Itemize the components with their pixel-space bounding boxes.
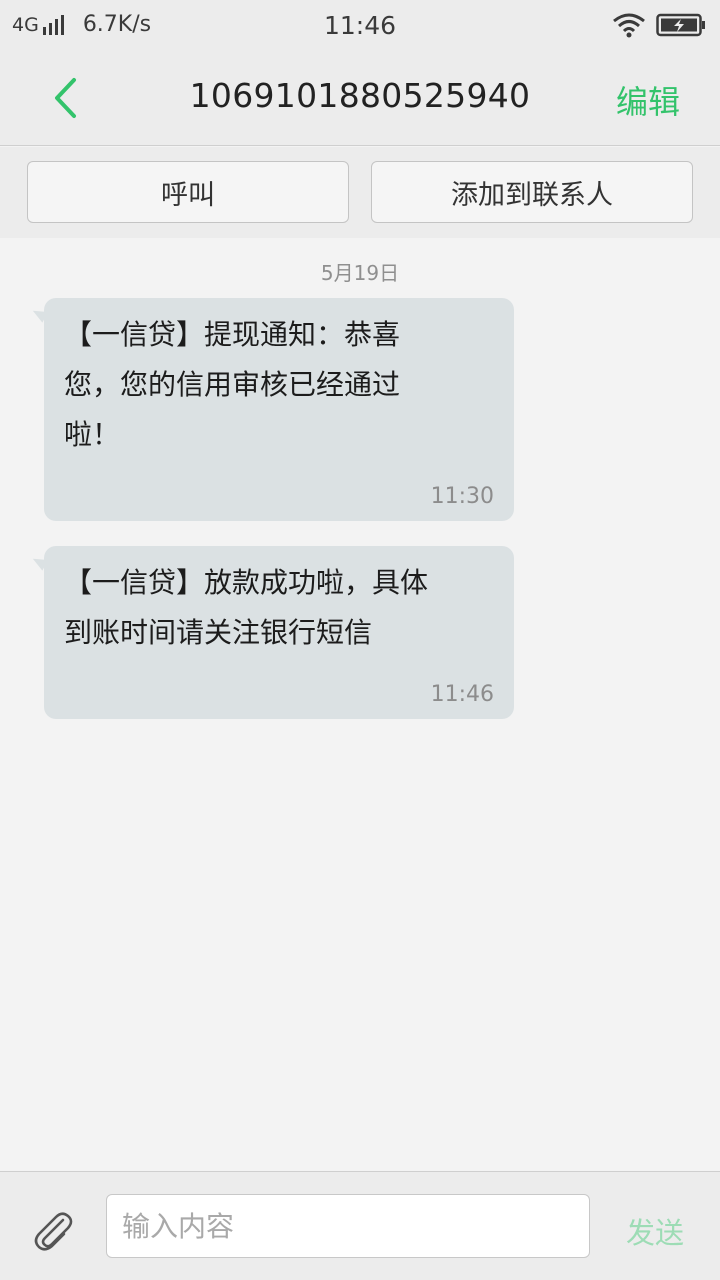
add-to-contacts-button[interactable]: 添加到联系人: [371, 161, 693, 223]
sms-conversation-screen: 4G 6.7K/s 11:46 1069101880525940 编辑 呼叫 添…: [0, 0, 720, 1280]
message-input[interactable]: [106, 1194, 590, 1258]
battery-charging-icon: [656, 13, 705, 37]
message-time: 11:46: [430, 682, 494, 707]
message-time: 11:30: [430, 484, 494, 509]
paperclip-icon[interactable]: [30, 1208, 76, 1254]
date-separator: 5月19日: [320, 261, 400, 285]
page-title: 1069101880525940: [189, 76, 531, 115]
message-line: 到账时间请关注银行短信: [64, 616, 373, 649]
send-button[interactable]: 发送: [626, 1210, 684, 1252]
message-list[interactable]: 5月19日 【一信贷】提现通知：恭喜 您，您的信用审核已经通过 啦！ 11:30…: [0, 238, 720, 1171]
composer-bar: 发送: [0, 1171, 720, 1280]
message-line: 【一信贷】提现通知：恭喜: [64, 318, 401, 351]
message-bubble[interactable]: 【一信贷】放款成功啦，具体 到账时间请关注银行短信 11:46: [44, 546, 514, 719]
edit-button[interactable]: 编辑: [616, 77, 680, 123]
action-bar: 呼叫 添加到联系人: [0, 147, 720, 238]
message-text: 【一信贷】提现通知：恭喜 您，您的信用审核已经通过 啦！: [64, 310, 492, 460]
message-line: 您，您的信用审核已经通过: [64, 368, 401, 401]
message-line: 【一信贷】放款成功啦，具体: [64, 566, 429, 599]
conversation-header: 1069101880525940 编辑: [0, 52, 720, 146]
wifi-icon: [613, 13, 645, 38]
call-button[interactable]: 呼叫: [27, 161, 349, 223]
status-bar: 4G 6.7K/s 11:46: [0, 0, 720, 52]
message-bubble[interactable]: 【一信贷】提现通知：恭喜 您，您的信用审核已经通过 啦！ 11:30: [44, 298, 514, 521]
message-text: 【一信贷】放款成功啦，具体 到账时间请关注银行短信: [64, 558, 492, 658]
status-right: [612, 12, 706, 38]
message-line: 啦！: [64, 418, 121, 451]
